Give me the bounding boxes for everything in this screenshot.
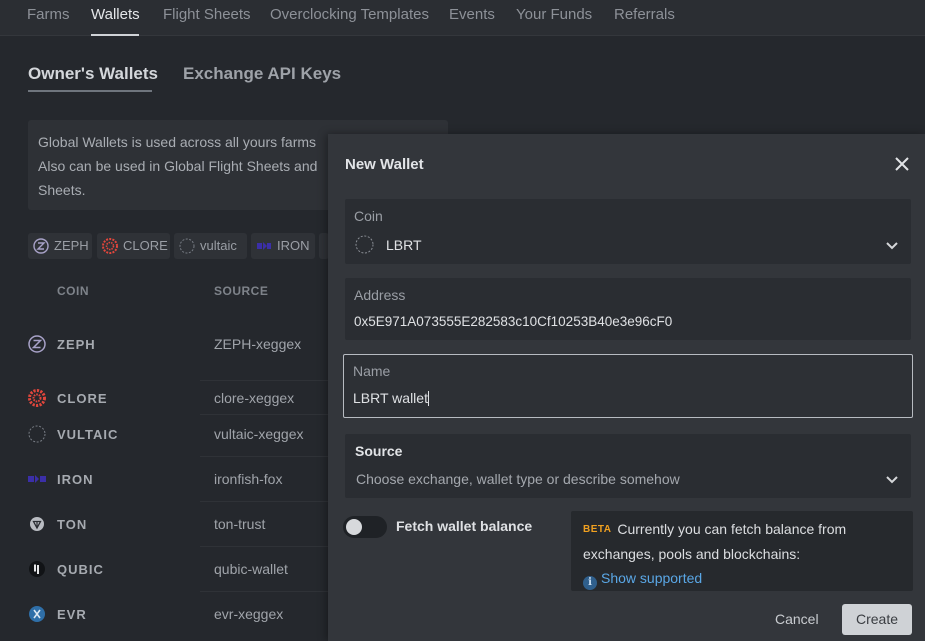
table-row-coin: EVR <box>57 607 87 622</box>
chevron-down-icon[interactable] <box>885 475 899 485</box>
table-row-source: ironfish-fox <box>214 471 283 487</box>
text-cursor <box>427 391 429 406</box>
nav-tab-referrals[interactable]: Referrals <box>614 6 675 23</box>
evr-icon <box>29 606 45 622</box>
table-row-source: vultaic-xeggex <box>214 426 304 442</box>
table-row-coin: QUBIC <box>57 562 104 577</box>
address-label: Address <box>354 287 406 303</box>
chip-label: vultaic <box>200 238 237 253</box>
row-divider <box>200 591 330 592</box>
zeph-icon <box>33 238 49 254</box>
table-row-coin: TON <box>57 517 88 532</box>
table-row-coin: ZEPH <box>57 337 96 352</box>
table-row-source: evr-xeggex <box>214 606 284 622</box>
filter-chip-iron[interactable]: IRON <box>251 233 315 259</box>
beta-text: Currently you can fetch balance from <box>617 521 847 537</box>
chip-label: CLORE <box>123 238 168 253</box>
row-divider <box>200 546 330 547</box>
nav-tab-farms[interactable]: Farms <box>27 6 70 23</box>
new-wallet-dialog: New Wallet Coin LBRT Address 0x5E971A073… <box>328 134 925 641</box>
nav-tab-events[interactable]: Events <box>449 6 495 23</box>
filter-chip-clore[interactable]: CLORE <box>97 233 170 259</box>
chip-label: IRON <box>277 238 310 253</box>
info-icon: i <box>583 576 597 590</box>
coin-label: Coin <box>354 208 383 224</box>
show-supported-link[interactable]: Show supported <box>601 570 702 586</box>
ton-icon <box>30 517 44 531</box>
table-row-source: ZEPH-xeggex <box>214 336 302 352</box>
toggle-knob <box>346 519 362 535</box>
fetch-balance-label: Fetch wallet balance <box>396 518 533 534</box>
nav-tab-overclocking-templates[interactable]: Overclocking Templates <box>270 6 429 23</box>
subtab-indicator <box>28 90 152 92</box>
coin-select[interactable]: Coin LBRT <box>345 199 911 264</box>
name-input[interactable]: LBRT wallet <box>353 390 429 406</box>
address-input[interactable]: 0x5E971A073555E282583c10Cf10253B40e3e96c… <box>354 314 672 329</box>
vultaic-icon <box>28 425 46 443</box>
table-row-source: qubic-wallet <box>214 561 288 577</box>
tab-exchange-api-keys[interactable]: Exchange API Keys <box>183 64 341 84</box>
top-nav: Farms Wallets Flight Sheets Overclocking… <box>0 0 925 36</box>
coin-value: LBRT <box>386 237 422 253</box>
table-row-source: ton-trust <box>214 516 266 532</box>
row-divider <box>200 414 330 415</box>
chevron-down-icon[interactable] <box>885 241 899 251</box>
source-label: Source <box>355 443 403 459</box>
iron-icon <box>28 475 46 483</box>
source-select[interactable]: Source Choose exchange, wallet type or d… <box>345 434 911 498</box>
name-input-value: LBRT wallet <box>353 390 428 406</box>
beta-text: exchanges, pools and blockchains: <box>583 546 801 562</box>
table-row-coin: CLORE <box>57 391 108 406</box>
table-row-source: clore-xeggex <box>214 390 295 406</box>
column-header-source: SOURCE <box>214 284 269 298</box>
table-row-coin: IRON <box>57 472 94 487</box>
close-icon[interactable] <box>892 154 912 174</box>
source-placeholder: Choose exchange, wallet type or describe… <box>356 471 680 487</box>
cancel-button[interactable]: Cancel <box>775 611 819 627</box>
chip-label: ZEPH <box>54 238 89 253</box>
dialog-title: New Wallet <box>345 156 424 173</box>
row-divider <box>200 456 330 457</box>
create-button[interactable]: Create <box>842 604 912 635</box>
fetch-balance-toggle[interactable] <box>343 516 387 538</box>
lbrt-icon <box>355 235 374 254</box>
zeph-icon <box>28 335 46 353</box>
table-row-coin: VULTAIC <box>57 427 119 442</box>
row-divider <box>200 380 330 381</box>
filter-chip-zeph[interactable]: ZEPH <box>28 233 92 259</box>
active-tab-indicator <box>91 34 139 36</box>
nav-tab-your-funds[interactable]: Your Funds <box>516 6 592 23</box>
column-header-coin: COIN <box>57 284 89 298</box>
name-label: Name <box>353 363 391 379</box>
clore-icon <box>102 238 118 254</box>
beta-badge: BETA <box>583 524 612 535</box>
nav-tab-flight-sheets[interactable]: Flight Sheets <box>163 6 251 23</box>
qubic-icon <box>29 561 45 577</box>
row-divider <box>200 501 330 502</box>
tab-owners-wallets[interactable]: Owner's Wallets <box>28 64 158 84</box>
name-field[interactable]: Name LBRT wallet <box>343 354 913 418</box>
iron-icon <box>257 242 271 250</box>
beta-info-box: BETA Currently you can fetch balance fro… <box>571 511 913 591</box>
filter-chip-vultaic[interactable]: vultaic <box>174 233 247 259</box>
nav-tab-wallets[interactable]: Wallets <box>91 6 140 23</box>
clore-icon <box>28 389 46 407</box>
address-field[interactable]: Address 0x5E971A073555E282583c10Cf10253B… <box>345 278 911 340</box>
vultaic-icon <box>179 238 195 254</box>
